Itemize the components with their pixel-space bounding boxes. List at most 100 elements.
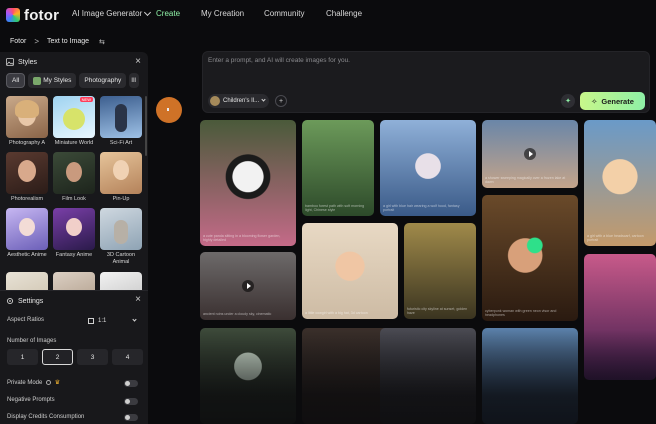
negative-prompts-label: Negative Prompts — [7, 397, 55, 403]
style-thumb — [100, 208, 142, 250]
nav-challenge[interactable]: Challenge — [326, 9, 362, 18]
num-images-1[interactable]: 1 — [7, 349, 38, 365]
gallery-card[interactable]: a little cowgirl with a big hat, 3d cart… — [302, 223, 398, 319]
num-images-4[interactable]: 4 — [112, 349, 143, 365]
gallery-card[interactable] — [200, 328, 296, 424]
face-shape — [66, 162, 82, 182]
model-avatar — [210, 96, 220, 106]
style-photorealism[interactable]: Photorealism — [6, 152, 48, 203]
gallery-card[interactable]: a girl with blue hair wearing a wolf hoo… — [380, 120, 476, 216]
tab-my-styles[interactable]: My Styles — [28, 73, 77, 88]
style-label: Fantasy Anime — [55, 252, 93, 258]
add-reference-button[interactable]: + — [275, 95, 287, 107]
cursor-indicator — [156, 97, 182, 123]
style-aesthetic-anime[interactable]: Aesthetic Anime — [6, 208, 48, 259]
gallery-card[interactable]: a girl with a blue headscarf, cartoon po… — [584, 120, 656, 246]
square-icon — [88, 317, 94, 324]
num-images-options: 1 2 3 4 — [7, 349, 143, 365]
tab-all[interactable]: All — [6, 73, 26, 88]
card-caption: a little cowgirl with a big hat, 3d cart… — [305, 311, 368, 316]
gallery-card[interactable]: cyberpunk woman with green neon visor an… — [482, 195, 578, 321]
switch-icon[interactable]: ⇆ — [99, 38, 105, 46]
tab-label: Ill — [131, 77, 136, 84]
tab-label: All — [12, 77, 20, 84]
card-caption: a girl with blue hair wearing a wolf hoo… — [383, 203, 460, 213]
aspect-ratio-value: 1:1 — [98, 317, 107, 324]
generate-label: Generate — [601, 96, 634, 106]
style-sci-fi-art[interactable]: Sci-Fi Art — [100, 96, 142, 147]
prompt-box[interactable]: Enter a prompt, and AI will create image… — [202, 51, 650, 113]
community-gallery: a cute panda sitting in a blooming flowe… — [198, 120, 656, 424]
prompt-placeholder[interactable]: Enter a prompt, and AI will create image… — [208, 57, 350, 64]
nav-community[interactable]: Community — [264, 9, 304, 18]
style-pin-up[interactable]: Pin-Up — [100, 152, 142, 203]
private-mode-toggle[interactable] — [124, 380, 138, 387]
negative-prompts-toggle[interactable] — [124, 398, 138, 405]
style-thumb — [100, 152, 142, 194]
close-icon[interactable]: × — [135, 295, 141, 305]
gallery-card[interactable]: ancient ruins under a cloudy sky, cinema… — [200, 252, 296, 320]
magic-wand-icon: ✧ — [591, 96, 598, 106]
style-photography-a[interactable]: Photography A — [6, 96, 48, 147]
style-miniature-world[interactable]: NEW Miniature World — [53, 96, 95, 147]
display-credits-toggle[interactable] — [124, 414, 138, 421]
style-film-look[interactable]: Film Look — [53, 152, 95, 203]
apple-shape — [63, 108, 85, 130]
gallery-card[interactable] — [380, 328, 476, 424]
hair-shape — [15, 100, 39, 118]
nav-label: Challenge — [326, 9, 363, 18]
figure-shape — [115, 104, 127, 132]
model-selector[interactable]: Children's Il... — [208, 94, 270, 108]
settings-title: Settings — [18, 297, 44, 305]
style-3d-cartoon-animal[interactable]: 3D Cartoon Animal — [100, 208, 142, 266]
aspect-ratio-select[interactable]: 1:1 — [88, 314, 140, 327]
nav-label: AI Image Generator — [72, 9, 143, 18]
close-icon[interactable]: × — [135, 57, 141, 67]
style-label: Aesthetic Anime — [7, 252, 47, 258]
generate-button[interactable]: ✧ Generate — [580, 92, 645, 110]
styles-scrollbar[interactable] — [145, 96, 147, 156]
top-nav: fotor AI Image Generator Create My Creat… — [0, 0, 656, 30]
num-images-3[interactable]: 3 — [77, 349, 108, 365]
info-icon[interactable] — [46, 379, 52, 385]
num-images-2[interactable]: 2 — [42, 349, 73, 365]
tab-illustration[interactable]: Ill — [129, 73, 140, 88]
style-label: Miniature World — [54, 140, 94, 146]
gallery-card[interactable]: a cute panda sitting in a blooming flowe… — [200, 120, 296, 246]
tab-label: My Styles — [43, 77, 72, 84]
breadcrumb-current: Text to Image — [47, 38, 90, 45]
nav-label: My Creation — [201, 9, 245, 18]
gallery-card[interactable]: bamboo forest path with soft morning lig… — [302, 120, 374, 216]
nav-ai-image-generator[interactable]: AI Image Generator — [72, 8, 152, 18]
style-thumb — [6, 208, 48, 250]
gallery-card[interactable]: futuristic city skyline at sunset, golde… — [404, 223, 476, 319]
tab-photography[interactable]: Photography — [79, 73, 127, 88]
nav-create[interactable]: Create — [156, 9, 180, 18]
fotor-logo[interactable]: fotor — [6, 7, 59, 24]
logo-icon — [6, 8, 20, 22]
chevron-down-icon — [261, 97, 266, 102]
private-mode-label: Private Mode — [7, 380, 43, 386]
style-fantasy-anime[interactable]: Fantasy Anime — [53, 208, 95, 259]
face-shape — [113, 160, 129, 180]
display-credits-label: Display Credits Consumption — [7, 414, 85, 420]
nav-label: Community — [264, 9, 305, 18]
sparkle-icon: ✦ — [565, 98, 571, 105]
nav-my-creation[interactable]: My Creation — [201, 9, 244, 18]
face-shape — [19, 218, 35, 236]
logo-text: fotor — [24, 6, 60, 24]
model-label: Children's Il... — [223, 98, 260, 104]
style-label: Pin-Up — [112, 196, 130, 202]
breadcrumb-home[interactable]: Fotor — [10, 38, 26, 45]
gallery-card[interactable] — [584, 254, 656, 380]
style-tabs: All My Styles Photography Ill — [6, 73, 140, 88]
gallery-card[interactable] — [482, 328, 578, 424]
gallery-card[interactable]: a shower sweeping magically over a froze… — [482, 120, 578, 188]
styles-header: Styles — [6, 58, 37, 66]
prompt-enhance-button[interactable]: ✦ — [561, 94, 575, 108]
style-thumb — [6, 96, 48, 138]
face-shape — [66, 218, 82, 236]
breadcrumb-separator: > — [34, 37, 40, 46]
style-thumb — [6, 152, 48, 194]
my-styles-icon — [33, 76, 42, 85]
